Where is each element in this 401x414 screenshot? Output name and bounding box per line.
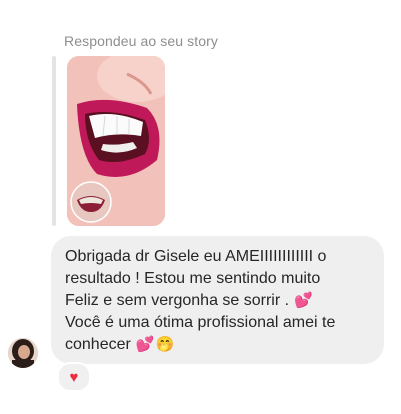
message-text: Obrigada dr Gisele eu AMEIIIIIIIIIIII o … [65, 246, 370, 356]
heart-icon: ♥ [69, 368, 79, 386]
face-with-hand-over-mouth-emoji: 🤭 [155, 336, 175, 353]
message-line-1: Obrigada dr Gisele eu AMEIIIIIIIIIIII o [65, 248, 327, 265]
user-avatar-icon [8, 338, 38, 368]
smile-photo [67, 56, 165, 226]
hearts-emoji: 💕 [294, 292, 313, 309]
message-line-5: conhecer [65, 336, 136, 353]
message-line-2: resultado ! Estou me sentindo muito [65, 270, 321, 287]
avatar[interactable] [8, 338, 38, 368]
story-thumbnail[interactable] [67, 56, 165, 226]
story-reply-label: Respondeu ao seu story [64, 33, 218, 49]
message-line-3: Feliz e sem vergonha se sorrir . [65, 292, 294, 309]
message-line-4: Você é uma ótima profissional amei te [65, 314, 336, 331]
hearts-emoji-2: 💕 [135, 336, 155, 353]
message-bubble[interactable]: Obrigada dr Gisele eu AMEIIIIIIIIIIII o … [51, 236, 384, 364]
story-reply-divider [52, 56, 56, 226]
reaction-badge[interactable]: ♥ [57, 362, 91, 392]
